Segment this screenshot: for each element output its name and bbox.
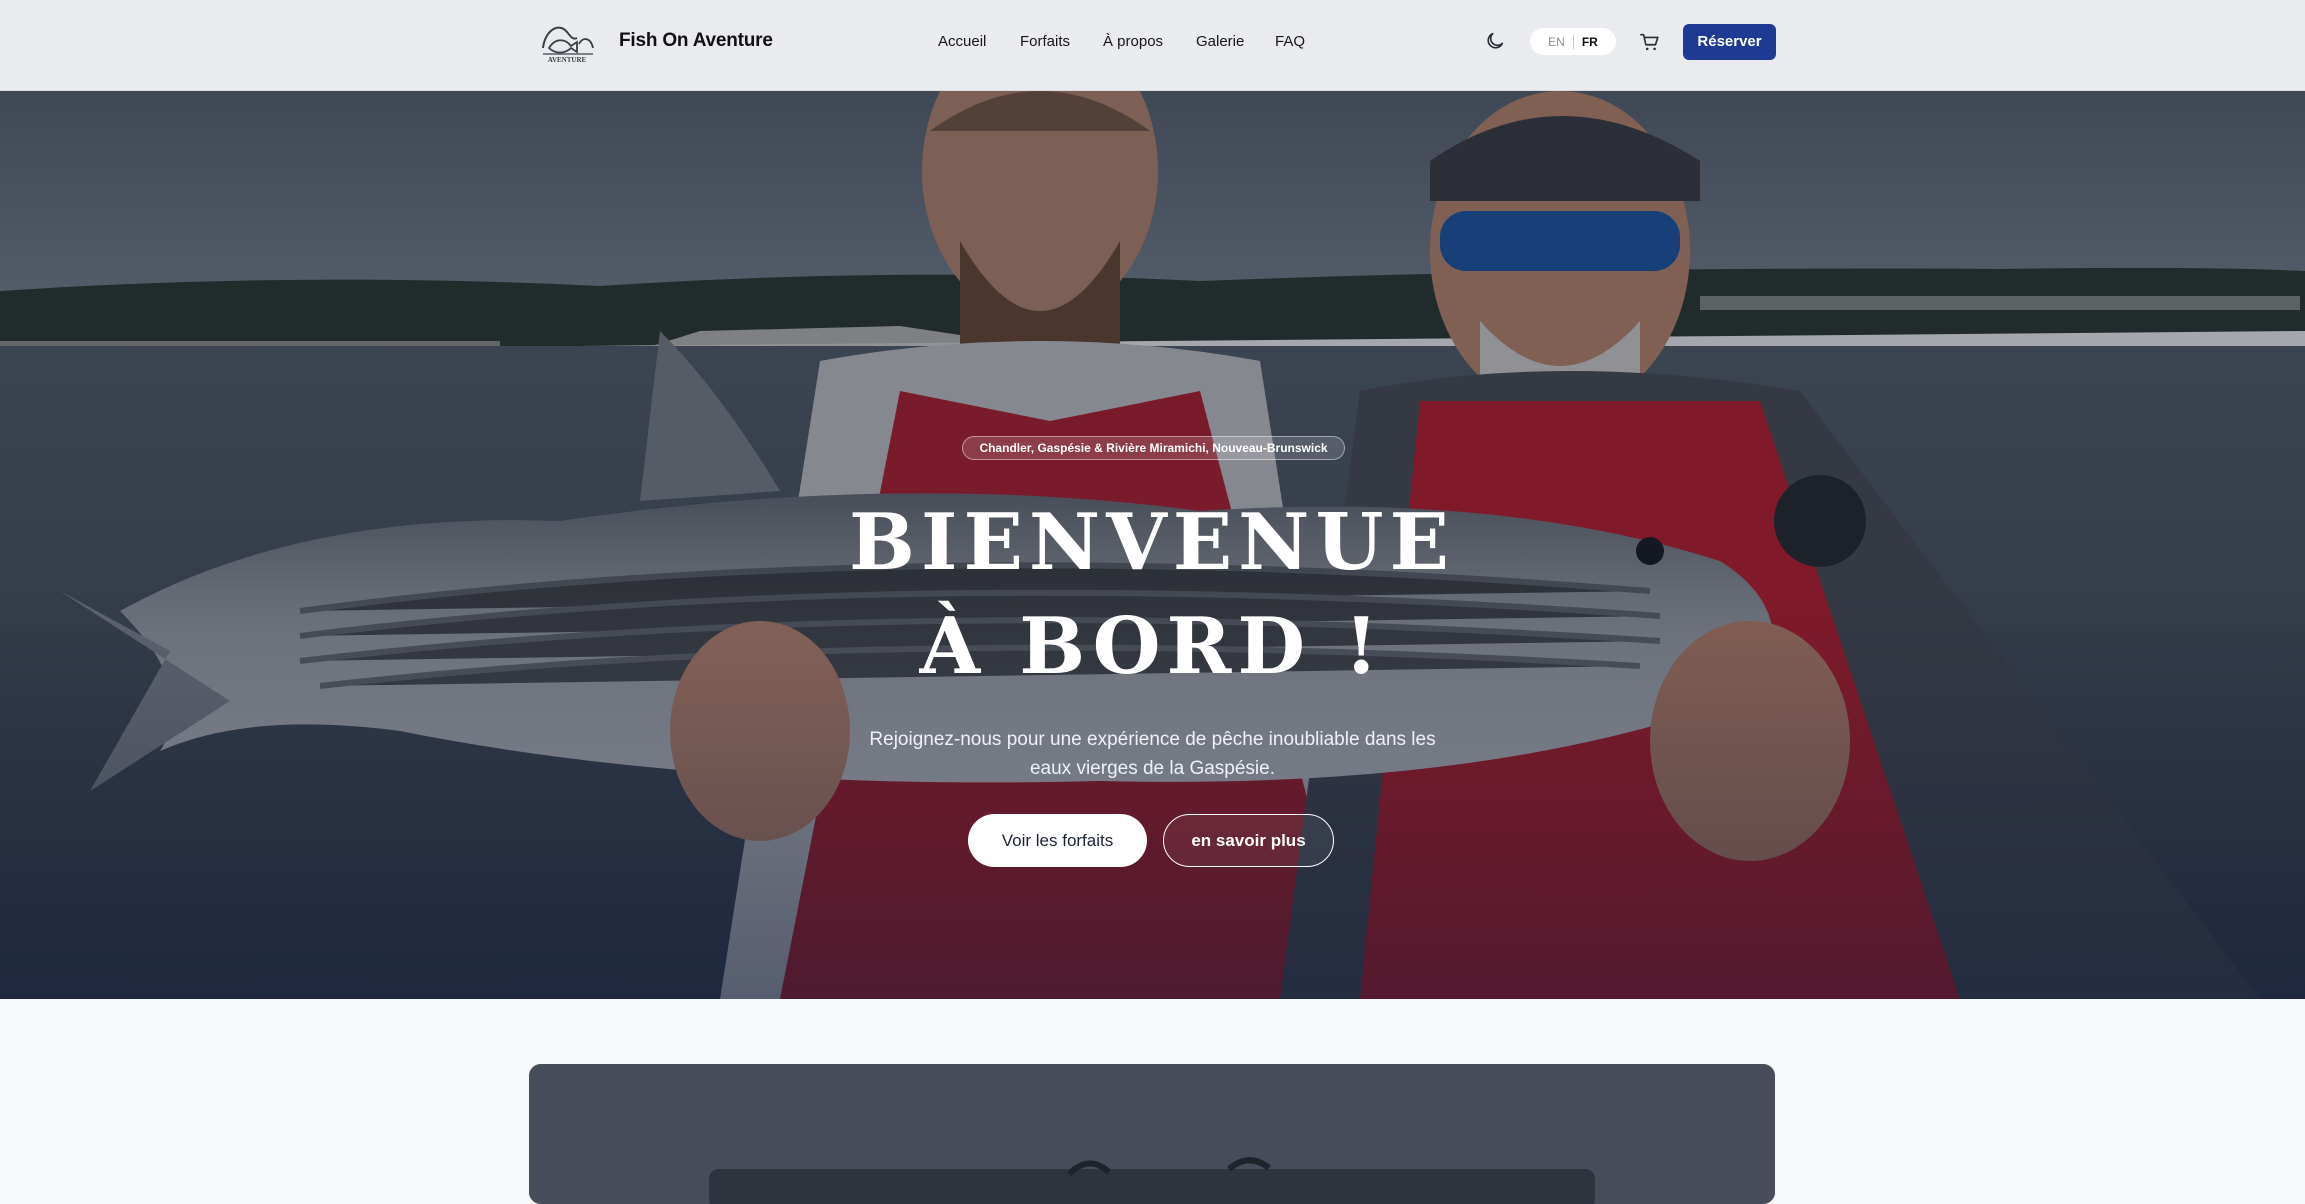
lang-fr[interactable]: FR bbox=[1574, 35, 1606, 49]
nav-accueil[interactable]: Accueil bbox=[938, 29, 986, 55]
view-packages-button[interactable]: Voir les forfaits bbox=[968, 814, 1147, 867]
hero-subtitle: Rejoignez-nous pour une expérience de pê… bbox=[869, 729, 1436, 779]
hero-title-line-1: BIENVENUE bbox=[849, 497, 1455, 588]
featured-media-card bbox=[529, 1064, 1775, 1204]
moon-icon[interactable] bbox=[1484, 30, 1506, 52]
location-badge: Chandler, Gaspésie & Rivière Miramichi, … bbox=[962, 436, 1345, 460]
logo-text: AVENTURE bbox=[548, 56, 587, 64]
hero-section: Chandler, Gaspésie & Rivière Miramichi, … bbox=[0, 91, 2305, 999]
learn-more-button[interactable]: en savoir plus bbox=[1163, 814, 1334, 867]
site-header: AVENTURE Fish On Aventure Accueil Forfai… bbox=[0, 0, 2305, 91]
reserve-button[interactable]: Réserver bbox=[1683, 24, 1776, 60]
cart-icon[interactable] bbox=[1639, 31, 1661, 53]
logo-icon[interactable]: AVENTURE bbox=[537, 18, 597, 66]
hero-title-line-2: À BORD ! bbox=[919, 601, 1385, 692]
nav-forfaits[interactable]: Forfaits bbox=[1020, 29, 1070, 55]
lang-en[interactable]: EN bbox=[1540, 35, 1573, 49]
nav-galerie[interactable]: Galerie bbox=[1196, 29, 1244, 55]
nav-a-propos[interactable]: À propos bbox=[1103, 29, 1163, 55]
nav-faq[interactable]: FAQ bbox=[1275, 29, 1305, 55]
language-switcher: EN FR bbox=[1530, 28, 1616, 55]
brand-name[interactable]: Fish On Aventure bbox=[619, 28, 773, 54]
hero-title: BIENVENUE À BORD ! bbox=[752, 491, 1552, 699]
featured-media-image bbox=[529, 1064, 1775, 1204]
